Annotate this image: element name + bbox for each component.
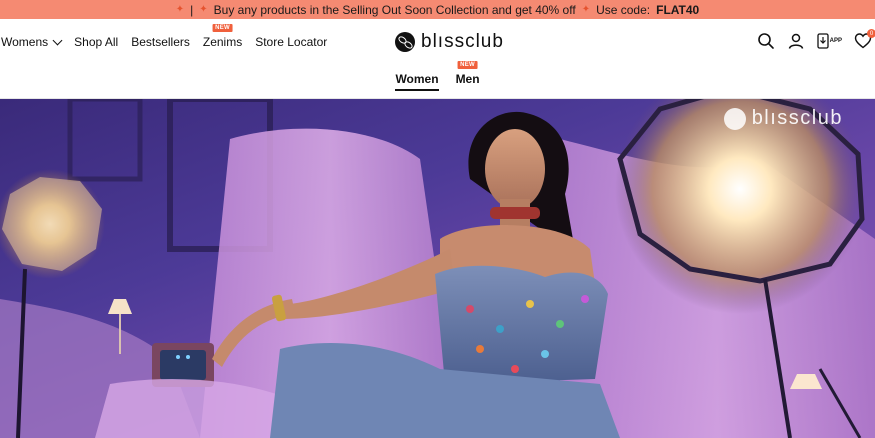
nav-item-shop-all[interactable]: Shop All <box>74 35 118 49</box>
new-badge: NEW <box>212 24 233 32</box>
hero-image <box>0 99 875 438</box>
nav-label: Store Locator <box>255 35 328 49</box>
promo-code-label: Use code: <box>596 2 651 17</box>
download-app-button[interactable]: APP <box>817 33 842 49</box>
nav-item-store-locator[interactable]: Store Locator <box>255 35 327 49</box>
gender-tabs: Women NEW Men <box>0 61 875 91</box>
tab-label: Women <box>395 72 439 86</box>
hero-banner[interactable]: blıssclub <box>0 99 875 438</box>
nav-item-zenims[interactable]: NEW Zenims <box>202 24 243 49</box>
nav-label: Zenims <box>202 35 243 49</box>
chevron-down-icon <box>52 35 63 46</box>
tab-men[interactable]: NEW Men <box>455 61 480 91</box>
nav-item-bestsellers[interactable]: Bestsellers <box>131 35 190 49</box>
hero-watermark-text: blıssclub <box>751 107 843 129</box>
logo-icon <box>395 32 415 52</box>
nav-item-womens[interactable]: Womens <box>1 35 63 49</box>
new-badge: NEW <box>457 61 479 69</box>
header-actions: APP 0 <box>757 29 875 50</box>
promo-banner: ✦ | ✦ Buy any products in the Selling Ou… <box>0 0 875 19</box>
user-icon[interactable] <box>787 32 805 50</box>
app-label: APP <box>829 38 842 44</box>
tab-women[interactable]: Women <box>395 72 439 91</box>
sparkle-icon: ✦ <box>199 4 208 15</box>
sparkle-icon: ✦ <box>581 4 591 15</box>
wishlist-icon[interactable]: 0 <box>854 29 875 50</box>
sparkle-icon: ✦ <box>175 4 185 15</box>
brand-name: blıssclub <box>421 31 504 52</box>
nav-label: Bestsellers <box>131 35 190 49</box>
wishlist-count-badge: 0 <box>867 29 875 38</box>
promo-code: FLAT40 <box>656 2 700 17</box>
nav-label: Womens <box>1 35 49 49</box>
logo-icon <box>723 107 746 130</box>
main-nav: Womens Shop All Bestsellers NEW Zenims S… <box>1 24 327 49</box>
tab-label: Men <box>455 72 480 86</box>
phone-icon <box>817 33 829 49</box>
promo-text: Buy any products in the Selling Out Soon… <box>213 2 576 17</box>
search-icon[interactable] <box>757 32 775 50</box>
site-header: Womens Shop All Bestsellers NEW Zenims S… <box>0 19 875 99</box>
separator: | <box>190 2 194 17</box>
brand-logo[interactable]: blıssclub <box>395 31 504 53</box>
hero-watermark: blıssclub <box>723 107 843 130</box>
nav-label: Shop All <box>74 35 119 49</box>
